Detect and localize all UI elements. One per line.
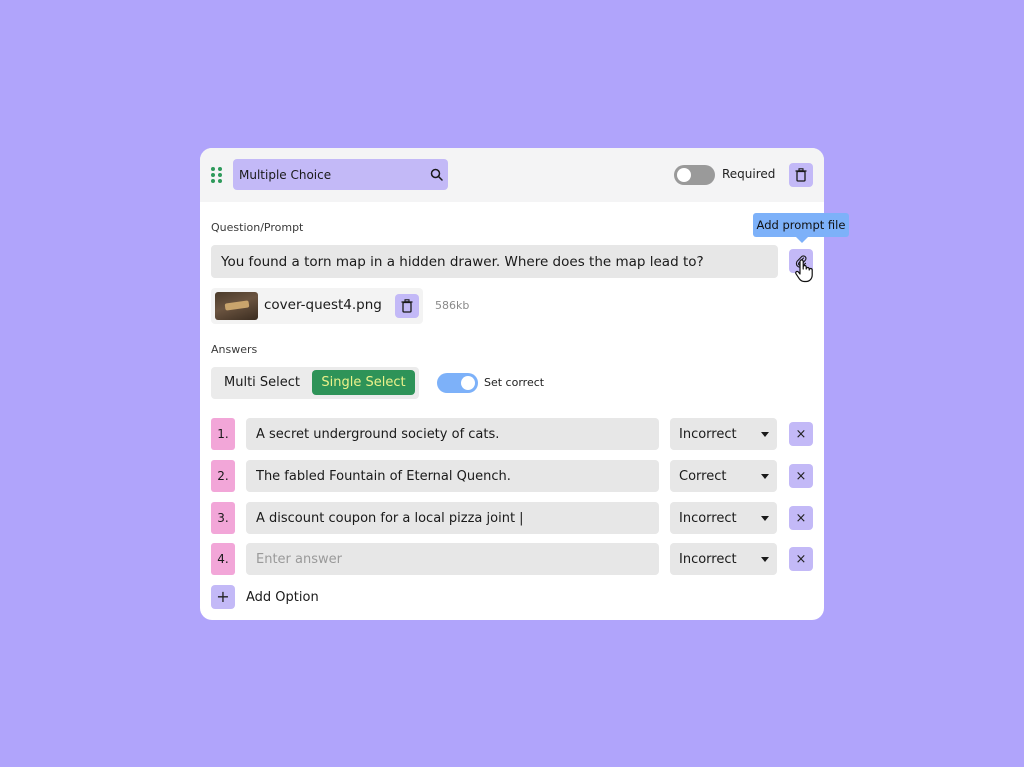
- question-type-select[interactable]: Multiple Choice: [233, 159, 448, 190]
- remove-answer-button[interactable]: ×: [789, 506, 813, 530]
- attached-file-chip: cover-quest4.png: [211, 288, 423, 324]
- close-icon: ×: [795, 551, 807, 567]
- required-toggle[interactable]: [674, 165, 715, 185]
- answer-number: 3.: [211, 502, 235, 534]
- answer-correctness-select[interactable]: Incorrect: [670, 502, 777, 534]
- answer-input[interactable]: [246, 543, 659, 575]
- close-icon: ×: [795, 468, 807, 484]
- single-select-option[interactable]: Single Select: [312, 370, 415, 395]
- answer-correctness-select[interactable]: Incorrect: [670, 418, 777, 450]
- file-size: 586kb: [435, 299, 470, 312]
- add-option-label[interactable]: Add Option: [246, 590, 319, 605]
- answer-correctness-select[interactable]: Correct: [670, 460, 777, 492]
- answer-number: 1.: [211, 418, 235, 450]
- set-correct-label: Set correct: [484, 376, 545, 389]
- answer-input[interactable]: [246, 460, 659, 492]
- trash-icon: [795, 168, 807, 182]
- select-mode-segmented-control: Multi Select Single Select: [211, 367, 419, 399]
- question-card: Multiple Choice Required Question/Prompt…: [200, 148, 849, 620]
- remove-answer-button[interactable]: ×: [789, 464, 813, 488]
- answer-row: 3. Incorrect ×: [200, 502, 824, 534]
- caret-down-icon: [761, 432, 769, 437]
- plus-icon: +: [216, 587, 230, 606]
- close-icon: ×: [795, 426, 807, 442]
- answer-row: 4. Incorrect ×: [200, 543, 824, 575]
- caret-down-icon: [761, 557, 769, 562]
- prompt-text: You found a torn map in a hidden drawer.…: [221, 253, 704, 270]
- answer-input[interactable]: [246, 418, 659, 450]
- drag-handle-icon[interactable]: [211, 167, 223, 184]
- remove-answer-button[interactable]: ×: [789, 547, 813, 571]
- set-correct-toggle[interactable]: [437, 373, 478, 393]
- answer-row: 1. Incorrect ×: [200, 418, 824, 450]
- toggle-knob: [677, 168, 691, 182]
- delete-question-button[interactable]: [789, 163, 813, 187]
- search-icon[interactable]: [430, 168, 443, 181]
- answer-correctness-value: Incorrect: [679, 551, 737, 567]
- remove-answer-button[interactable]: ×: [789, 422, 813, 446]
- caret-down-icon: [761, 516, 769, 521]
- answer-input[interactable]: [246, 502, 659, 534]
- close-icon: ×: [795, 510, 807, 526]
- answer-number: 2.: [211, 460, 235, 492]
- answer-row: 2. Correct ×: [200, 460, 824, 492]
- answer-number: 4.: [211, 543, 235, 575]
- prompt-input[interactable]: You found a torn map in a hidden drawer.…: [211, 245, 778, 278]
- trash-icon: [401, 299, 413, 313]
- file-name: cover-quest4.png: [264, 297, 382, 313]
- add-option-button[interactable]: +: [211, 585, 235, 609]
- answer-correctness-value: Incorrect: [679, 426, 737, 442]
- required-label: Required: [722, 167, 776, 181]
- add-prompt-file-tooltip: Add prompt file: [753, 213, 849, 243]
- file-thumbnail: [215, 292, 258, 320]
- toggle-knob: [461, 376, 475, 390]
- answers-section-label: Answers: [211, 343, 258, 356]
- prompt-section-label: Question/Prompt: [211, 221, 304, 234]
- caret-down-icon: [761, 474, 769, 479]
- answer-correctness-value: Incorrect: [679, 510, 737, 526]
- remove-file-button[interactable]: [395, 294, 419, 318]
- question-type-label: Multiple Choice: [239, 167, 332, 182]
- card-header: Multiple Choice Required: [200, 148, 824, 202]
- multi-select-option[interactable]: Multi Select: [224, 375, 300, 390]
- answer-correctness-value: Correct: [679, 468, 727, 484]
- hand-pointer-icon: [795, 259, 813, 283]
- answer-correctness-select[interactable]: Incorrect: [670, 543, 777, 575]
